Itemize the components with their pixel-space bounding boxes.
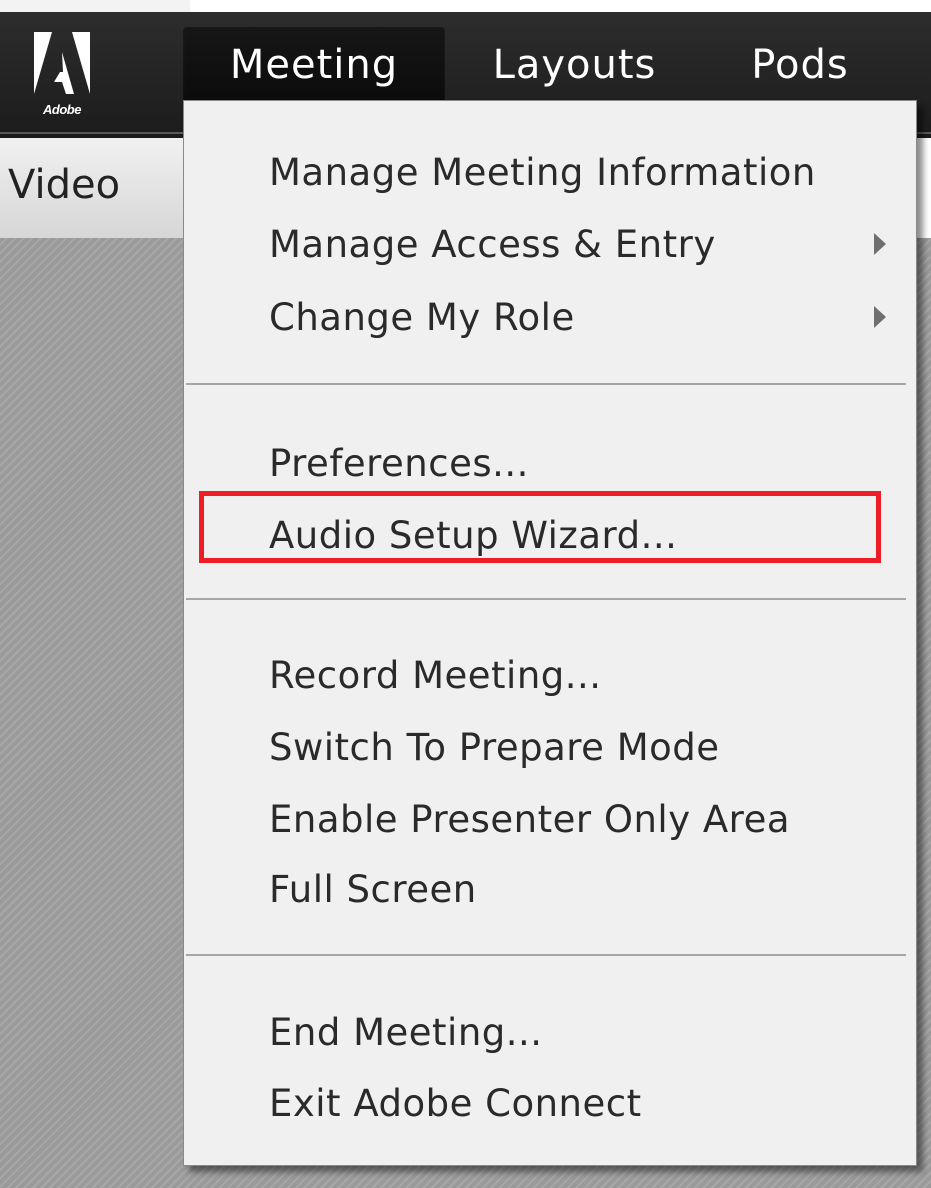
menu-item-manage-meeting-information[interactable]: Manage Meeting Information <box>269 143 816 203</box>
menu-item-record-meeting[interactable]: Record Meeting... <box>269 646 602 706</box>
menu-item-change-my-role[interactable]: Change My Role <box>269 288 575 348</box>
menu-separator <box>186 598 906 600</box>
menu-separator <box>186 954 906 956</box>
submenu-arrow-icon <box>874 233 886 255</box>
adobe-a-icon <box>34 32 90 94</box>
menu-separator <box>186 383 906 385</box>
highlight-box <box>199 491 881 563</box>
menu-item-full-screen[interactable]: Full Screen <box>269 860 477 920</box>
video-pod-title: Video <box>8 162 121 208</box>
adobe-logo: Adobe <box>30 24 94 124</box>
submenu-arrow-icon <box>874 306 886 328</box>
menu-item-enable-presenter-only-area[interactable]: Enable Presenter Only Area <box>269 790 790 850</box>
meeting-dropdown-menu: Manage Meeting Information Manage Access… <box>183 100 917 1166</box>
menu-item-exit-adobe-connect[interactable]: Exit Adobe Connect <box>269 1074 642 1134</box>
menu-item-end-meeting[interactable]: End Meeting... <box>269 1003 543 1063</box>
video-pod-titlebar[interactable]: Video <box>0 138 190 239</box>
top-strip <box>0 0 190 12</box>
menu-item-switch-to-prepare-mode[interactable]: Switch To Prepare Mode <box>269 718 720 778</box>
menu-item-manage-access-entry[interactable]: Manage Access & Entry <box>269 215 716 275</box>
menu-item-preferences[interactable]: Preferences... <box>269 434 529 494</box>
adobe-logo-text: Adobe <box>43 102 81 117</box>
